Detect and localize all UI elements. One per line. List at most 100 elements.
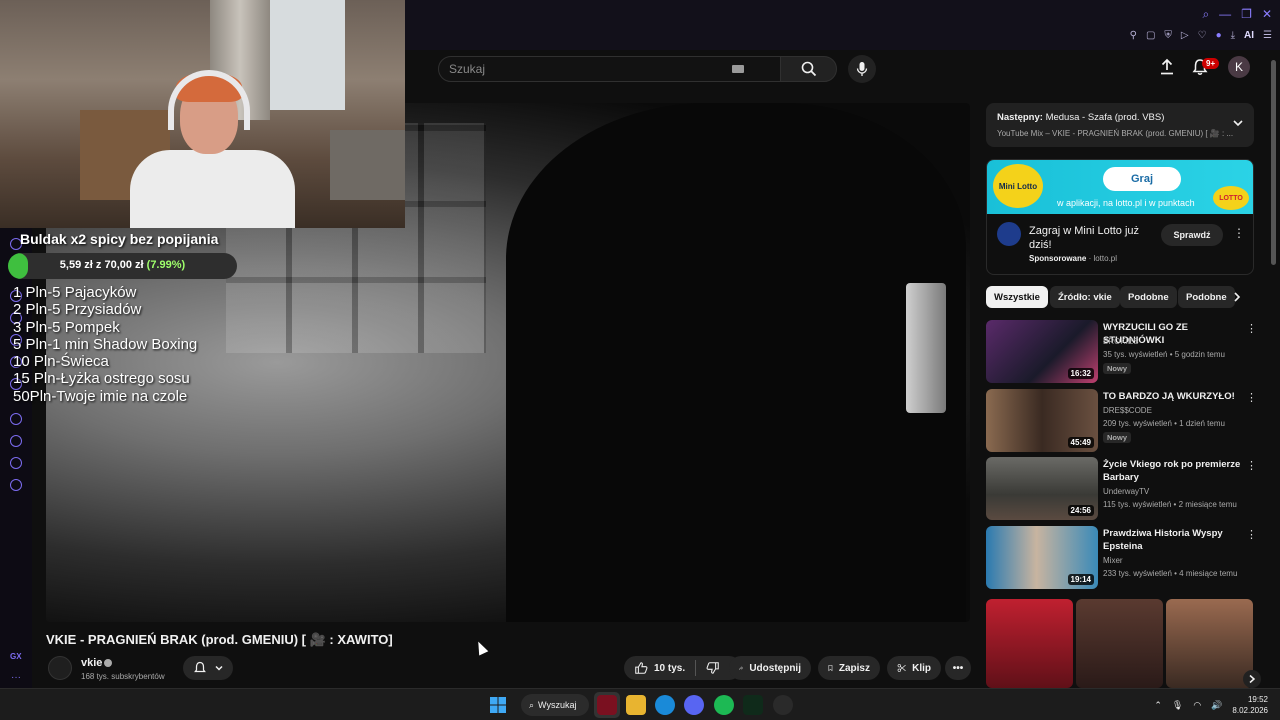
download-icon[interactable]: ⤓ [1231, 29, 1235, 43]
more-icon[interactable]: ··· [11, 672, 21, 683]
chip-related-2[interactable]: Podobne [1178, 286, 1235, 308]
capture-icon[interactable]: ▢ [1146, 29, 1155, 43]
channel-name[interactable]: vkie [81, 657, 102, 669]
rec-channel[interactable]: Mixer [1103, 556, 1123, 565]
video-thumbnail[interactable]: 24:56 [986, 457, 1098, 520]
voice-search-button[interactable] [848, 55, 876, 83]
taskbar-search[interactable]: ⌕ Wyszukaj [521, 694, 589, 716]
video-thumbnail[interactable]: 19:14 [986, 526, 1098, 589]
share-button[interactable]: Udostępnij [729, 656, 811, 680]
more-vertical-icon[interactable]: ⋮ [1246, 528, 1257, 541]
minimize-icon[interactable]: — [1219, 6, 1231, 22]
short-thumbnail[interactable] [1166, 599, 1253, 688]
tray-chevron-up-icon[interactable]: ⌃ [1154, 700, 1162, 711]
clock[interactable]: 19:52 8.02.2026 [1232, 694, 1268, 716]
avatar[interactable]: K [1228, 56, 1250, 78]
search-icon[interactable]: ⌕ [1202, 6, 1209, 22]
file-explorer-icon[interactable] [626, 695, 646, 715]
thumbs-down-icon[interactable] [706, 661, 720, 675]
rec-channel[interactable]: DRE$$CODE [1103, 406, 1152, 415]
short-thumbnail[interactable] [1076, 599, 1163, 688]
history-icon[interactable] [10, 435, 22, 447]
recommendation-item[interactable]: 24:56 Życie Vkiego rok po premierze Barb… [986, 457, 1257, 521]
extensions-icon[interactable] [10, 457, 22, 469]
settings-icon[interactable] [10, 479, 22, 491]
search-button[interactable] [780, 56, 837, 82]
more-actions-button[interactable]: ••• [945, 656, 971, 680]
ad-sponsored-label: Sponsorowane [1029, 254, 1087, 263]
ad-card[interactable]: Mini Lotto Graj w aplikacji, na lotto.pl… [986, 159, 1254, 275]
edge-icon[interactable] [655, 695, 675, 715]
upload-icon [1161, 58, 1173, 75]
donation-goal-title: Buldak x2 spicy bez popijania [20, 231, 219, 247]
chip-all[interactable]: Wszystkie [986, 286, 1048, 308]
volume-icon[interactable]: 🔊 [1211, 700, 1222, 711]
donation-reward-item: 10 Pln-Świeca [13, 353, 109, 371]
spotify-icon[interactable] [714, 695, 734, 715]
save-button[interactable]: Zapisz [818, 656, 880, 680]
more-vertical-icon[interactable]: ⋮ [1246, 459, 1257, 472]
ad-domain: lotto.pl [1093, 254, 1118, 263]
clip-button[interactable]: Klip [887, 656, 941, 680]
video-thumbnail[interactable]: 16:32 [986, 320, 1098, 383]
keyboard-icon[interactable] [732, 65, 744, 73]
ad-cta-button[interactable]: Sprawdź [1161, 224, 1223, 246]
ai-button[interactable]: AI [1244, 29, 1254, 43]
chevron-down-icon [214, 665, 223, 671]
up-next-title: Następny: Medusa - Szafa (prod. VBS) [997, 112, 1164, 123]
windows-start-icon[interactable] [488, 695, 508, 715]
rec-title[interactable]: Życie Vkiego rok po premierze Barbary [1103, 458, 1245, 484]
chip-source[interactable]: Źródło: vkie [1050, 286, 1120, 308]
player-icon[interactable] [10, 413, 22, 425]
chip-related[interactable]: Podobne [1120, 286, 1177, 308]
bookmark-icon [828, 665, 833, 672]
more-vertical-icon[interactable]: ⋮ [1246, 391, 1257, 404]
thumbs-up-icon[interactable] [634, 661, 648, 675]
shield-icon[interactable]: ⛨ [1164, 29, 1172, 43]
pin-icon[interactable]: ⚲ [1130, 29, 1137, 43]
scrollbar-thumb[interactable] [1271, 60, 1276, 265]
donation-connector: z [95, 259, 102, 271]
rec-title[interactable]: Prawdziwa Historia Wyspy Epsteina [1103, 527, 1245, 553]
rec-title[interactable]: TO BARDZO JĄ WKURZYŁO! [1103, 390, 1245, 403]
search-icon [801, 61, 816, 77]
mini-lotto-logo: Mini Lotto [993, 164, 1043, 208]
recommendation-item[interactable]: 16:32 WYRZUCILI GO ZE STUDNIÓWKI BROKIES… [986, 320, 1257, 384]
wifi-icon[interactable]: ◠ [1193, 700, 1201, 711]
microphone-icon[interactable]: 🎙 [1172, 700, 1183, 711]
heart-icon[interactable]: ♡ [1198, 29, 1207, 43]
menu-icon[interactable]: ☰ [1263, 29, 1272, 43]
subscription-bell-button[interactable] [183, 656, 233, 680]
like-count[interactable]: 10 tys. [654, 663, 685, 674]
recommendation-item[interactable]: 19:14 Prawdziwa Historia Wyspy Epsteina … [986, 526, 1257, 590]
donation-reward-item: 3 Pln-5 Pompek [13, 318, 120, 336]
shorts-next-button[interactable] [1243, 670, 1261, 688]
ad-tagline: w aplikacji, na lotto.pl i w punktach [1057, 198, 1195, 208]
app-icon[interactable] [773, 695, 793, 715]
up-next-card[interactable]: Następny: Medusa - Szafa (prod. VBS) You… [986, 103, 1254, 147]
opera-gx-icon[interactable] [597, 695, 617, 715]
rec-channel[interactable]: UnderwayTV [1103, 487, 1149, 496]
webcam-person-shirt [130, 150, 295, 228]
more-vertical-icon[interactable]: ⋮ [1246, 322, 1257, 335]
search-input[interactable] [439, 57, 739, 81]
chevron-down-icon[interactable] [1232, 117, 1244, 129]
create-button[interactable] [1158, 58, 1176, 81]
discord-icon[interactable] [684, 695, 704, 715]
up-next-playlist: YouTube Mix – VKIE - PRAGNIEŃ BRAK (prod… [997, 129, 1234, 138]
chevron-right-icon[interactable] [1232, 291, 1242, 303]
close-icon[interactable]: ✕ [1262, 6, 1272, 22]
ad-banner[interactable]: Mini Lotto Graj w aplikacji, na lotto.pl… [987, 160, 1253, 214]
ad-more-icon[interactable]: ⋮ [1233, 226, 1245, 240]
terminal-icon[interactable] [743, 695, 763, 715]
rec-channel[interactable]: BROKIES [1103, 337, 1139, 346]
restore-icon[interactable]: ❐ [1241, 6, 1252, 22]
profile-icon[interactable]: ● [1216, 29, 1222, 43]
video-thumbnail[interactable]: 45:49 [986, 389, 1098, 452]
donation-reward-item: 15 Pln-Łyżka ostrego sosu [13, 370, 190, 388]
recommendation-item[interactable]: 45:49 TO BARDZO JĄ WKURZYŁO! DRE$$CODE 2… [986, 389, 1257, 453]
short-thumbnail[interactable] [986, 599, 1073, 688]
channel-avatar[interactable] [48, 656, 72, 680]
ad-play-button[interactable]: Graj [1103, 167, 1181, 191]
play-icon[interactable]: ▷ [1181, 29, 1189, 43]
